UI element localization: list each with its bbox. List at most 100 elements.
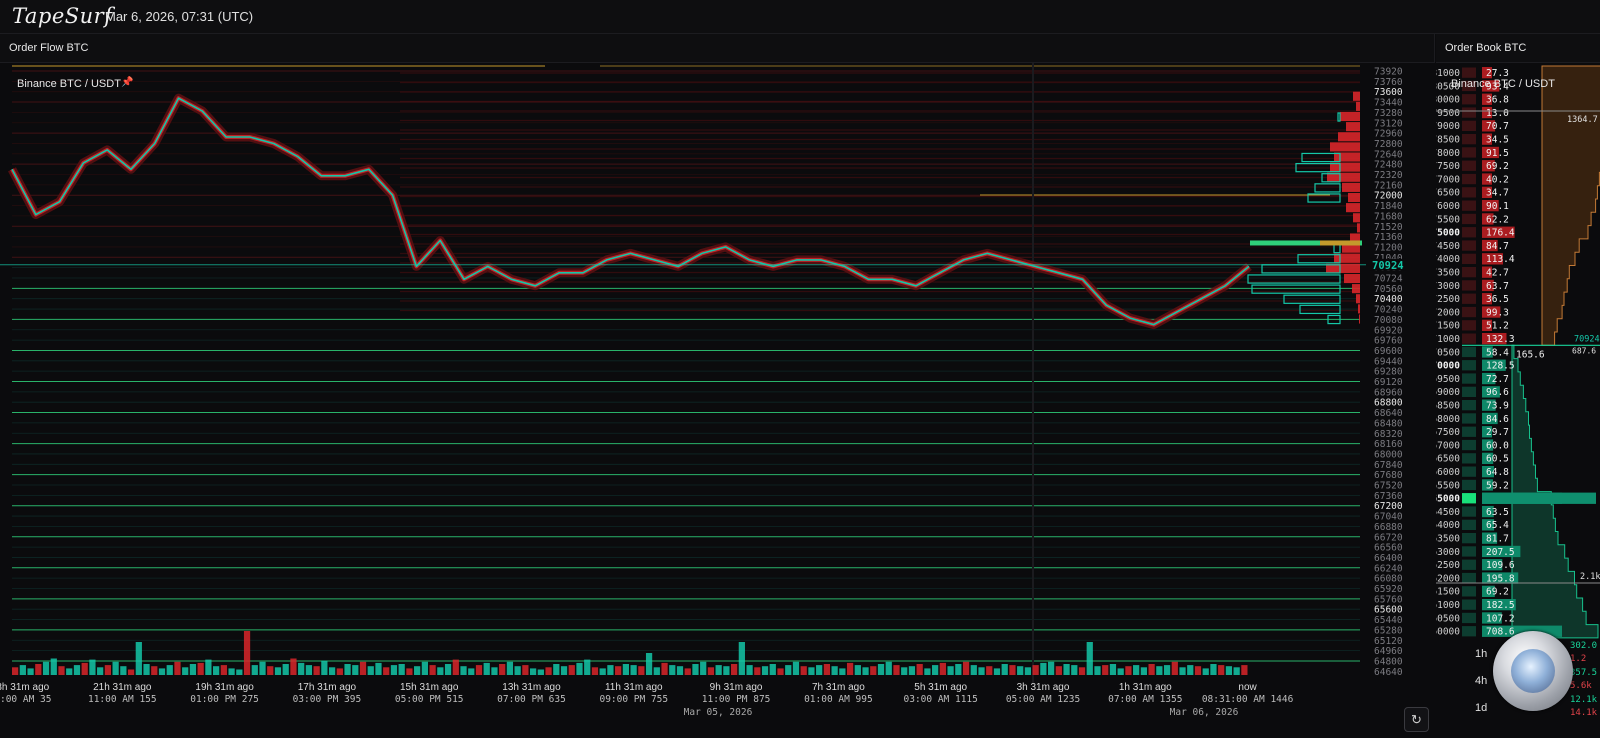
book-price-label: 75500 <box>1436 214 1460 225</box>
volume-bar <box>352 665 359 675</box>
time-label-relative: 3h 31m ago <box>1017 682 1070 693</box>
book-size-label: 128.5 <box>1486 361 1515 372</box>
price-tick-label: 69280 <box>1374 367 1403 378</box>
order-flow-chart[interactable]: 7392073760736007344073280731207296072800… <box>0 63 1406 738</box>
time-label-relative: 1h 31m ago <box>1119 682 1172 693</box>
book-size-label: 65.4 <box>1486 520 1509 531</box>
volume-bar <box>908 666 916 675</box>
timeframe-label[interactable]: 1h <box>1475 648 1487 660</box>
book-row-marker <box>1462 572 1476 584</box>
profile-ask-bar <box>1344 273 1360 284</box>
book-row-marker <box>1462 227 1476 238</box>
book-size-label: 62.2 <box>1486 214 1509 225</box>
price-tick-label: 69440 <box>1374 356 1403 367</box>
volume-bar <box>251 665 258 675</box>
time-label-relative: 23h 31m ago <box>0 682 50 693</box>
volume-bar <box>1102 665 1109 675</box>
timeframe-label[interactable]: 4h <box>1475 675 1487 687</box>
volume-bar <box>978 667 985 675</box>
book-size-label: 109.6 <box>1486 560 1515 571</box>
profile-ask-bar <box>1352 284 1360 294</box>
volume-bar <box>282 664 289 675</box>
volume-bar <box>939 662 946 675</box>
volume-bar <box>947 666 954 675</box>
book-size-label: 29.7 <box>1486 427 1509 438</box>
volume-bar <box>406 668 413 675</box>
volume-bar <box>870 666 877 675</box>
book-row-marker <box>1462 386 1476 397</box>
volume-bar <box>1187 665 1194 675</box>
book-size-label: 84.7 <box>1486 241 1509 252</box>
volume-bar <box>545 667 552 675</box>
volume-bar <box>1040 662 1047 675</box>
book-size-label: 176.4 <box>1486 228 1515 239</box>
volume-bar <box>398 664 405 675</box>
volume-bar <box>854 665 861 675</box>
top-bar: TapeSurf Mar 6, 2026, 07:31 (UTC) <box>0 0 1600 34</box>
book-size-label: 51.2 <box>1486 321 1509 332</box>
volume-bar <box>1225 666 1233 675</box>
book-price-label: 66500 <box>1436 454 1460 465</box>
volume-bar <box>622 664 629 675</box>
profile-ask-bar <box>1357 223 1360 233</box>
order-book-panel-header: Order Book BTC <box>1436 34 1600 63</box>
price-tick-label: 67840 <box>1374 460 1403 471</box>
price-tick-label: 68000 <box>1374 449 1403 460</box>
pin-icon[interactable]: 📌 <box>121 77 133 88</box>
mid-last-price: 70924 <box>1574 334 1600 344</box>
book-row-marker <box>1462 147 1476 158</box>
refresh-button[interactable]: ↻ <box>1404 707 1429 732</box>
mid-right-label: 687.6 <box>1572 346 1596 355</box>
price-tick-label: 73600 <box>1374 87 1403 98</box>
time-label-absolute: 07:00 AM 1355 <box>1108 694 1182 705</box>
time-label-absolute: 01:00 AM 995 <box>804 694 873 705</box>
profile-ask-bar <box>1348 192 1360 203</box>
volume-bar <box>553 664 560 675</box>
book-price-label: 70000 <box>1436 361 1460 372</box>
volume-bar <box>1063 664 1070 675</box>
book-row-marker <box>1462 160 1476 171</box>
book-size-label: 36.8 <box>1486 95 1509 106</box>
book-size-label: 70.7 <box>1486 121 1509 132</box>
price-tick-label: 66560 <box>1374 543 1403 554</box>
volume-bar <box>638 666 645 675</box>
book-row-marker <box>1462 360 1476 371</box>
book-price-label: 67500 <box>1436 427 1460 438</box>
volume-bar <box>901 667 908 675</box>
book-size-label: 40.2 <box>1486 174 1509 185</box>
volume-bar <box>460 666 467 675</box>
book-row-marker <box>1462 293 1476 304</box>
book-price-label: 79500 <box>1436 108 1460 119</box>
timeframe-label[interactable]: 1d <box>1475 702 1487 714</box>
order-book-title: Order Book BTC <box>1445 42 1527 54</box>
volume-bar <box>444 664 452 675</box>
price-tick-label: 72160 <box>1374 180 1403 191</box>
app-logo[interactable]: TapeSurf <box>12 4 113 28</box>
book-size-label: 72.7 <box>1486 374 1509 385</box>
book-size-label: 34.5 <box>1486 135 1509 146</box>
price-tick-label: 71840 <box>1374 201 1403 212</box>
book-price-label: 60500 <box>1436 613 1460 624</box>
volume-bar <box>1117 668 1124 675</box>
volume-bar <box>962 661 970 675</box>
time-label-absolute: 09:00 AM 35 <box>0 694 51 705</box>
volume-bar <box>877 664 885 675</box>
book-price-label: 78500 <box>1436 135 1460 146</box>
volume-bar <box>1202 668 1209 675</box>
volume-bar <box>970 665 977 675</box>
volume-bar <box>305 665 313 675</box>
book-price-label: 68500 <box>1436 401 1460 412</box>
book-price-label: 77500 <box>1436 161 1460 172</box>
volume-bar <box>862 667 869 675</box>
mid-size-label: 165.6 <box>1516 349 1545 360</box>
refresh-icon: ↻ <box>1411 712 1422 727</box>
volume-bar <box>1218 665 1225 675</box>
price-tick-label: 65120 <box>1374 636 1403 647</box>
book-row-marker <box>1462 479 1476 491</box>
time-label-absolute: 05:00 PM 515 <box>395 694 464 705</box>
date-label: Mar 06, 2026 <box>1170 707 1239 718</box>
book-price-label: 61500 <box>1436 587 1460 598</box>
volume-bar <box>290 658 297 675</box>
volume-bar <box>715 665 722 675</box>
book-row-marker <box>1462 612 1476 624</box>
